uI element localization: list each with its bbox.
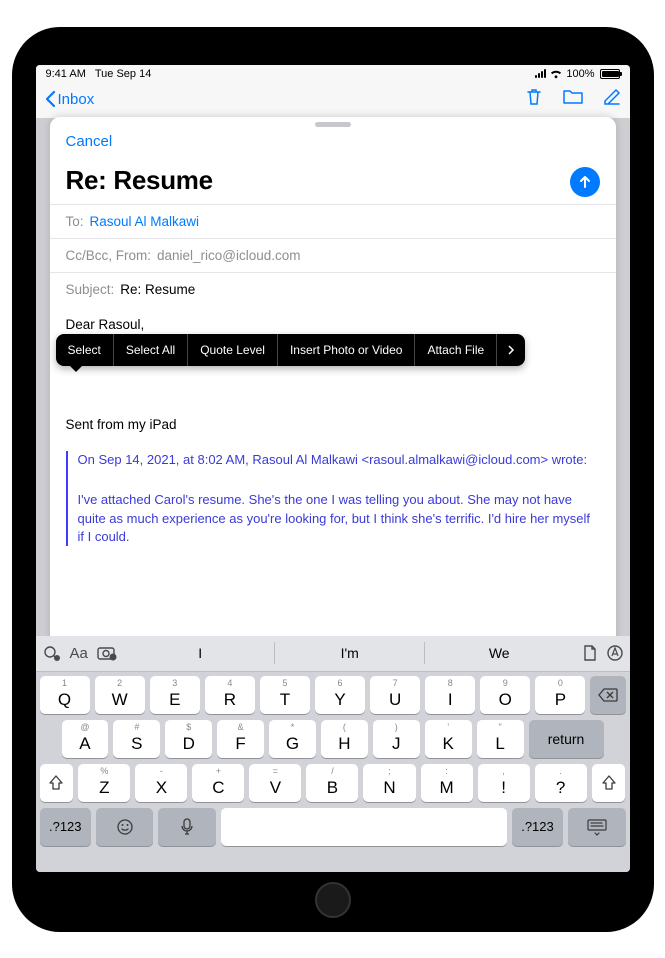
wifi-icon [549,69,563,79]
nav-bar: Inbox [36,81,630,118]
key-P[interactable]: 0P [535,676,585,714]
quote-body: I've attached Carol's resume. She's the … [78,491,600,546]
space-key[interactable] [221,808,507,846]
to-label: To: [66,214,84,229]
emoji-key[interactable] [96,808,153,846]
key-F[interactable]: &F [217,720,264,758]
menu-more-arrow[interactable] [497,337,525,363]
status-date: Tue Sep 14 [95,68,151,80]
key-M[interactable]: :M [421,764,473,802]
return-key[interactable]: return [529,720,604,758]
to-value[interactable]: Rasoul Al Malkawi [90,214,200,229]
shift-key-right[interactable] [592,764,626,802]
keyboard: Aa I I'm We [36,636,630,872]
key-X[interactable]: -X [135,764,187,802]
ccbcc-label: Cc/Bcc, From: [66,248,152,263]
arrow-up-icon [577,174,593,190]
quoted-reply: On Sep 14, 2021, at 8:02 AM, Rasoul Al M… [66,451,600,546]
send-button[interactable] [570,167,600,197]
key-![interactable]: ,! [478,764,530,802]
mic-key[interactable] [158,808,215,846]
sheet-title: Re: Resume [66,165,600,196]
to-field[interactable]: To: Rasoul Al Malkawi [50,204,616,238]
menu-attach-file[interactable]: Attach File [415,334,497,367]
key-N[interactable]: ;N [363,764,415,802]
edit-menu: Select Select All Quote Level Insert Pho… [56,334,526,367]
key-Y[interactable]: 6Y [315,676,365,714]
key-C[interactable]: +C [192,764,244,802]
numkey-right[interactable]: .?123 [512,808,564,846]
key-W[interactable]: 2W [95,676,145,714]
key-V[interactable]: =V [249,764,301,802]
key-Q[interactable]: 1Q [40,676,90,714]
suggestion-3[interactable]: We [425,642,574,664]
key-T[interactable]: 5T [260,676,310,714]
document-icon[interactable] [582,644,598,662]
key-D[interactable]: $D [165,720,212,758]
ccbcc-field[interactable]: Cc/Bcc, From: daniel_rico@icloud.com [50,238,616,272]
battery-icon [600,69,620,79]
cellular-icon [535,69,546,78]
shift-key-left[interactable] [40,764,74,802]
home-button[interactable] [315,882,351,918]
markup-icon[interactable] [606,644,624,662]
text-format-icon[interactable]: Aa [70,645,88,662]
menu-select[interactable]: Select [56,334,114,367]
key-J[interactable]: )J [373,720,420,758]
folder-icon[interactable] [562,88,584,111]
camera-scan-icon[interactable] [96,644,118,662]
compose-icon[interactable] [602,87,622,112]
subject-label: Subject: [66,282,115,297]
backspace-key[interactable] [590,676,625,714]
key-U[interactable]: 7U [370,676,420,714]
menu-insert-photo[interactable]: Insert Photo or Video [278,334,416,367]
cancel-button[interactable]: Cancel [66,133,113,150]
quote-header: On Sep 14, 2021, at 8:02 AM, Rasoul Al M… [78,451,600,469]
back-button[interactable]: Inbox [44,90,95,108]
back-label: Inbox [58,91,95,108]
key-K[interactable]: 'K [425,720,472,758]
menu-quote-level[interactable]: Quote Level [188,334,278,367]
body-greeting: Dear Rasoul, [66,316,600,335]
key-A[interactable]: @A [62,720,109,758]
signature: Sent from my iPad [66,416,600,435]
battery-pct: 100% [566,68,594,80]
menu-select-all[interactable]: Select All [114,334,188,367]
lookup-icon[interactable] [42,644,62,662]
subject-field[interactable]: Subject: Re: Resume [50,272,616,306]
key-I[interactable]: 8I [425,676,475,714]
key-E[interactable]: 3E [150,676,200,714]
status-time: 9:41 AM [46,68,86,80]
suggestion-2[interactable]: I'm [275,642,425,664]
key-Z[interactable]: %Z [78,764,130,802]
trash-icon[interactable] [524,87,544,112]
ccbcc-value: daniel_rico@icloud.com [157,248,301,263]
key-G[interactable]: *G [269,720,316,758]
dismiss-keyboard[interactable] [568,808,625,846]
key-H[interactable]: (H [321,720,368,758]
key-?[interactable]: .? [535,764,587,802]
key-B[interactable]: /B [306,764,358,802]
key-R[interactable]: 4R [205,676,255,714]
numkey-left[interactable]: .?123 [40,808,92,846]
subject-value: Re: Resume [120,282,195,297]
key-S[interactable]: #S [113,720,160,758]
status-bar: 9:41 AM Tue Sep 14 100% [36,65,630,81]
key-O[interactable]: 9O [480,676,530,714]
key-L[interactable]: "L [477,720,524,758]
suggestion-1[interactable]: I [126,642,276,664]
